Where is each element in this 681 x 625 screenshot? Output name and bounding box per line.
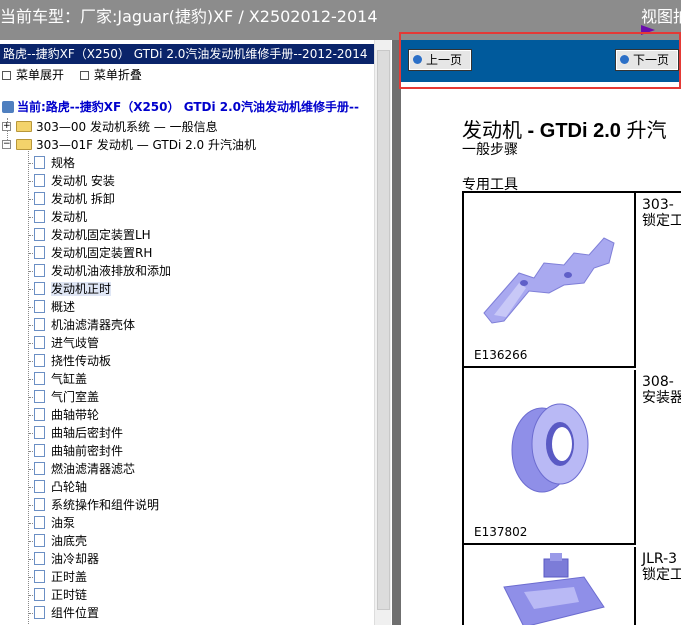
arrow-left-icon (413, 55, 422, 64)
tree-item[interactable]: 正时盖 (34, 568, 87, 586)
document-icon (34, 264, 45, 277)
current-manual-node[interactable]: 当前:路虎--捷豹XF（X250） GTDi 2.0汽油发动机维修手册-- (2, 98, 359, 115)
tree-folder-303-00[interactable]: + 303—00 发动机系统 — 一般信息 (2, 118, 218, 136)
computer-icon (2, 101, 14, 113)
tree-item[interactable]: 系统操作和组件说明 (34, 496, 159, 514)
vehicle-model-title: 当前车型：厂家:Jaguar(捷豹)XF / X2502012-2014 (0, 7, 378, 26)
document-icon (34, 210, 45, 223)
tree-item[interactable]: 机油滤清器壳体 (34, 316, 135, 334)
folder-icon (16, 121, 32, 132)
tree-item[interactable]: 规格 (34, 154, 75, 172)
tree-item[interactable]: 发动机固定装置LH (34, 226, 151, 244)
top-header: 当前车型：厂家:Jaguar(捷豹)XF / X2502012-2014 视图拍 (0, 0, 681, 40)
menu-actions: 菜单展开 菜单折叠 (0, 66, 152, 84)
document-icon (34, 408, 45, 421)
arrow-icon (641, 25, 655, 35)
tree-item[interactable]: 曲轴后密封件 (34, 424, 123, 442)
collapse-icon[interactable]: − (2, 140, 11, 149)
vertical-scrollbar[interactable] (374, 40, 391, 625)
prev-page-button[interactable]: 上一页 (407, 49, 473, 71)
tool-image-code: E137802 (474, 525, 528, 539)
tree-item[interactable]: 凸轮轴 (34, 478, 87, 496)
document-icon (34, 462, 45, 475)
document-icon (34, 552, 45, 565)
arrow-right-icon (620, 55, 629, 64)
page-navigation-bar: 上一页 下一页 (401, 40, 681, 82)
document-icon (34, 606, 45, 619)
tool-description: JLR-3 锁定工 (642, 551, 681, 583)
document-icon (34, 480, 45, 493)
tree-item[interactable]: 油底壳 (34, 532, 87, 550)
tree-item[interactable]: 进气歧管 (34, 334, 99, 352)
installer-tool-illustration (511, 403, 589, 493)
document-icon (34, 516, 45, 529)
document-icon (34, 444, 45, 457)
manual-title: 路虎--捷豹XF（X250） GTDi 2.0汽油发动机维修手册--2012-2… (0, 44, 374, 64)
tool-description: 303- 锁定工 (642, 197, 681, 229)
square-icon (2, 71, 11, 80)
tree-item[interactable]: 油冷却器 (34, 550, 99, 568)
tree-item[interactable]: 油泵 (34, 514, 75, 532)
tree-item[interactable]: 组件位置 (34, 604, 99, 622)
scrollbar-thumb[interactable] (377, 50, 390, 610)
document-icon (34, 192, 45, 205)
tree-item[interactable]: 发动机 安装 (34, 172, 115, 190)
document-icon (34, 282, 45, 295)
tree-item[interactable]: 发动机固定装置RH (34, 244, 152, 262)
document-icon (34, 426, 45, 439)
document-pane: 上一页 下一页 发动机 - GTDi 2.0 升汽 一般步骤 专用工具 E136… (401, 40, 681, 625)
tool-image-code: E136266 (474, 348, 528, 362)
navigation-pane: 路虎--捷豹XF（X250） GTDi 2.0汽油发动机维修手册--2012-2… (0, 40, 392, 625)
document-icon (34, 354, 45, 367)
tree-item[interactable]: 气缸盖 (34, 370, 87, 388)
document-icon (34, 390, 45, 403)
folder-open-icon (16, 139, 32, 150)
tree-item[interactable]: 发动机油液排放和添加 (34, 262, 171, 280)
document-icon (34, 498, 45, 511)
tool-description: 308- 安装器 (642, 374, 681, 406)
locking-tool-illustration (483, 237, 615, 324)
collapse-menu-button[interactable]: 菜单折叠 (78, 66, 142, 83)
square-icon (79, 71, 89, 80)
expand-menu-button[interactable]: 菜单展开 (0, 66, 64, 83)
document-icon (34, 534, 45, 547)
locking-tool-illustration (503, 553, 605, 625)
tree-item[interactable]: 曲轴带轮 (34, 406, 99, 424)
tree-item[interactable]: 挠性传动板 (34, 352, 111, 370)
tree-item[interactable]: 燃油滤清器滤芯 (34, 460, 135, 478)
tree-item[interactable]: 正时链 (34, 586, 87, 604)
next-page-button[interactable]: 下一页 (614, 49, 680, 71)
view-menu[interactable]: 视图拍 (641, 3, 681, 27)
pane-splitter[interactable] (392, 40, 401, 625)
tool-image-cell: E137802 (464, 370, 636, 545)
document-icon (34, 336, 45, 349)
document-icon (34, 588, 45, 601)
document-icon (34, 570, 45, 583)
document-subtitle: 一般步骤 (462, 142, 518, 158)
tree-item[interactable]: 曲轴前密封件 (34, 442, 123, 460)
document-icon (34, 228, 45, 241)
tool-image-cell (464, 547, 636, 625)
tree-item[interactable]: 发动机 拆卸 (34, 190, 115, 208)
document-icon (34, 318, 45, 331)
tree-folder-303-01f[interactable]: − 303—01F 发动机 — GTDi 2.0 升汽油机 (2, 136, 256, 154)
expand-icon[interactable]: + (2, 122, 11, 131)
document-icon (34, 174, 45, 187)
tree-item[interactable]: 发动机正时 (34, 280, 112, 298)
tree-item[interactable]: 发动机 (34, 208, 87, 226)
tree-item[interactable]: 气门室盖 (34, 388, 99, 406)
document-icon (34, 372, 45, 385)
document-icon (34, 246, 45, 259)
document-icon (34, 156, 45, 169)
document-icon (34, 300, 45, 313)
tool-image-cell: E136266 (464, 193, 636, 368)
tree-item[interactable]: 概述 (34, 298, 75, 316)
